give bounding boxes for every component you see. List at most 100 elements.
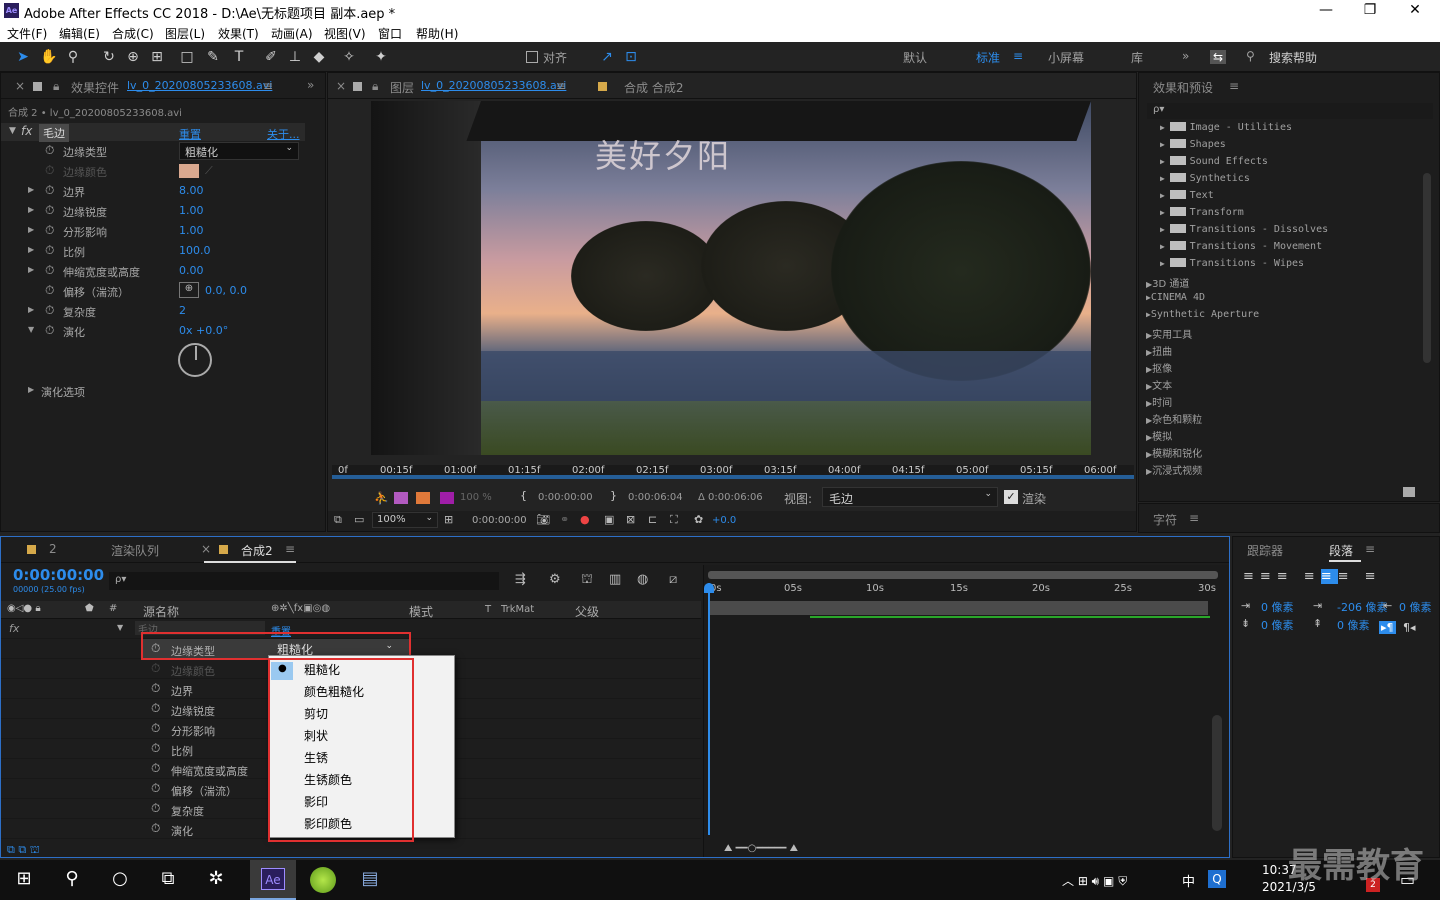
shy-layers-icon[interactable]: ⛫	[581, 572, 593, 589]
exposure-value[interactable]: +0.0	[712, 515, 736, 526]
timeline-ruler[interactable]: 0s 05s 10s 15s 20s 25s 30s	[704, 583, 1230, 597]
effect-reset-link[interactable]: 重置	[179, 126, 201, 142]
space-before-value[interactable]: 0 像素	[1261, 617, 1294, 633]
stopwatch-icon[interactable]: ⏱︎	[151, 701, 160, 716]
crosshair-icon[interactable]: ⊕	[179, 282, 199, 298]
minimize-icon[interactable]: —	[1316, 2, 1336, 18]
paragraph-menu-icon[interactable]: ≡	[1365, 542, 1375, 556]
always-preview-icon[interactable]: ⧉	[334, 513, 342, 527]
close-icon[interactable]: ✕	[1405, 2, 1425, 18]
frame-blending-icon[interactable]: ▥	[609, 572, 621, 587]
stopwatch-icon[interactable]: ⏱︎	[45, 183, 54, 198]
effect-category[interactable]: ▶实用工具	[1146, 326, 1192, 341]
eraser-tool-icon[interactable]: ◆	[310, 48, 328, 66]
monitor-icon[interactable]: ▭	[354, 513, 364, 526]
effects-presets-title[interactable]: 效果和预设	[1153, 79, 1213, 96]
menu-effect[interactable]: 效果(T)	[218, 25, 259, 42]
character-menu-icon[interactable]: ≡	[1189, 511, 1199, 525]
layer-bar[interactable]	[708, 601, 1208, 615]
out-time[interactable]: 0:00:06:04	[628, 492, 683, 503]
effect-folder[interactable]: ▶ Text	[1160, 190, 1214, 201]
menu-composition[interactable]: 合成(C)	[112, 25, 154, 42]
expand-arrow-icon[interactable]: ▶	[28, 185, 34, 194]
playhead[interactable]	[708, 583, 710, 835]
out-point-icon[interactable]: }	[610, 489, 617, 502]
edge-color-swatch[interactable]	[179, 164, 199, 178]
render-checkbox[interactable]: ✓	[1004, 490, 1018, 504]
snap-grid-icon[interactable]: ⊡	[622, 48, 640, 66]
expand-arrow-icon[interactable]: ▶	[28, 205, 34, 214]
viewer-tab-layer[interactable]: lv_0_20200805233608.avi	[421, 79, 566, 92]
new-bin-icon[interactable]	[1403, 487, 1415, 497]
effect-category[interactable]: ▶Synthetic Aperture	[1146, 309, 1259, 320]
comp2-tab[interactable]: 合成2	[241, 542, 273, 559]
viewer-lock-icon[interactable]: 🔒︎	[372, 79, 378, 94]
expand-arrow-icon[interactable]: ▶	[28, 225, 34, 234]
viewer-menu-icon[interactable]: ≡	[556, 79, 566, 93]
stopwatch-icon[interactable]: ⏱︎	[151, 761, 160, 776]
indent-first-value[interactable]: -206 像素	[1337, 599, 1387, 615]
menu-layer[interactable]: 图层(L)	[165, 25, 205, 42]
layer-time-ruler[interactable]: 0f 00:15f 01:00f 01:15f 02:00f 02:15f 03…	[332, 465, 1134, 479]
snapshot-icon[interactable]: 📷︎	[536, 513, 550, 526]
clone-stamp-tool-icon[interactable]: ⊥	[286, 48, 304, 66]
effect-category[interactable]: ▶CINEMA 4D	[1146, 292, 1205, 303]
in-time[interactable]: 0:00:00:00	[538, 492, 593, 503]
stopwatch-icon[interactable]: ⏱︎	[151, 661, 160, 676]
snap-option-icon[interactable]: ↗	[598, 48, 616, 66]
video-frame[interactable]: 美好夕阳	[371, 101, 1091, 455]
ram-preview-icon[interactable]: ⛹	[374, 491, 389, 505]
sync-settings-icon[interactable]: ⇆	[1210, 50, 1227, 64]
evolution-dial[interactable]	[178, 343, 212, 377]
ime-indicator[interactable]: 中	[1182, 871, 1195, 890]
timeline-timecode[interactable]: 0:00:00:00	[13, 566, 104, 584]
viewer-close-icon[interactable]: ×	[336, 79, 346, 93]
effect-category[interactable]: ▶沉浸式视频	[1146, 462, 1202, 477]
viewer-tab-label[interactable]: 图层	[390, 79, 414, 96]
effect-folder[interactable]: ▶ Sound Effects	[1160, 156, 1268, 167]
windows-start-icon[interactable]: ⊞	[12, 868, 36, 889]
lock-icon[interactable]: 🔒︎	[53, 79, 59, 94]
snap-checkbox[interactable]	[526, 51, 538, 63]
rotate-tool-icon[interactable]: ↻	[100, 48, 118, 66]
tracker-tab[interactable]: 跟踪器	[1247, 542, 1283, 559]
menu-view[interactable]: 视图(V)	[324, 25, 366, 42]
task-view-icon[interactable]: ⧉	[156, 868, 180, 889]
effect-category[interactable]: ▶扭曲	[1146, 343, 1172, 358]
av-features-icon[interactable]: ◉◁● 🔒︎	[7, 603, 41, 614]
effect-folder[interactable]: ▶ Shapes	[1160, 139, 1226, 150]
opacity-value[interactable]: 100 %	[460, 492, 492, 503]
taskbar-ae-button[interactable]: Ae	[250, 860, 296, 900]
stopwatch-icon[interactable]: ⏱︎	[45, 243, 54, 258]
camera-tool-icon[interactable]: ⊕	[124, 48, 142, 66]
text-tool-icon[interactable]: T	[230, 48, 248, 66]
cortana-icon[interactable]: ○	[108, 868, 132, 889]
effect-folder[interactable]: ▶ Transitions - Wipes	[1160, 258, 1304, 269]
collapse-arrow-icon[interactable]: ▼	[117, 623, 123, 632]
stopwatch-icon[interactable]: ⏱︎	[45, 203, 54, 218]
menu-file[interactable]: 文件(F)	[7, 25, 47, 42]
search-help-input[interactable]: 搜索帮助	[1269, 49, 1317, 66]
notepad-icon[interactable]: ▤	[358, 868, 382, 889]
workspace-default[interactable]: 默认	[903, 49, 927, 66]
transparency-grid-icon[interactable]: ⊠	[626, 513, 635, 526]
fx-icon[interactable]: fx	[9, 622, 19, 635]
timeline-scrollbar[interactable]	[1212, 715, 1222, 831]
expand-arrow-icon[interactable]: ▶	[28, 265, 34, 274]
effect-category[interactable]: ▶3D 通道	[1146, 275, 1189, 290]
work-area-bar[interactable]	[708, 571, 1218, 579]
panel-close-icon[interactable]: ×	[15, 79, 25, 93]
effects-scrollbar[interactable]	[1423, 173, 1431, 363]
indent-left-value[interactable]: 0 像素	[1261, 599, 1294, 615]
puppet-tool-icon[interactable]: ✦	[372, 48, 390, 66]
alignment-buttons[interactable]: ≡≡≡ ≡≡≡ ≡	[1243, 569, 1382, 584]
color-swatch-icon[interactable]	[440, 492, 454, 504]
selection-tool-icon[interactable]: ➤	[14, 48, 32, 66]
effect-category[interactable]: ▶模糊和锐化	[1146, 445, 1202, 460]
rectangle-tool-icon[interactable]: □	[178, 48, 196, 66]
expand-arrow-icon[interactable]: ▶	[28, 245, 34, 254]
stopwatch-icon[interactable]: ⏱︎	[45, 143, 54, 158]
comp-tab-close-icon[interactable]: ×	[201, 542, 211, 556]
search-icon[interactable]: ⚲	[60, 868, 84, 889]
roto-brush-tool-icon[interactable]: ✧	[340, 48, 358, 66]
